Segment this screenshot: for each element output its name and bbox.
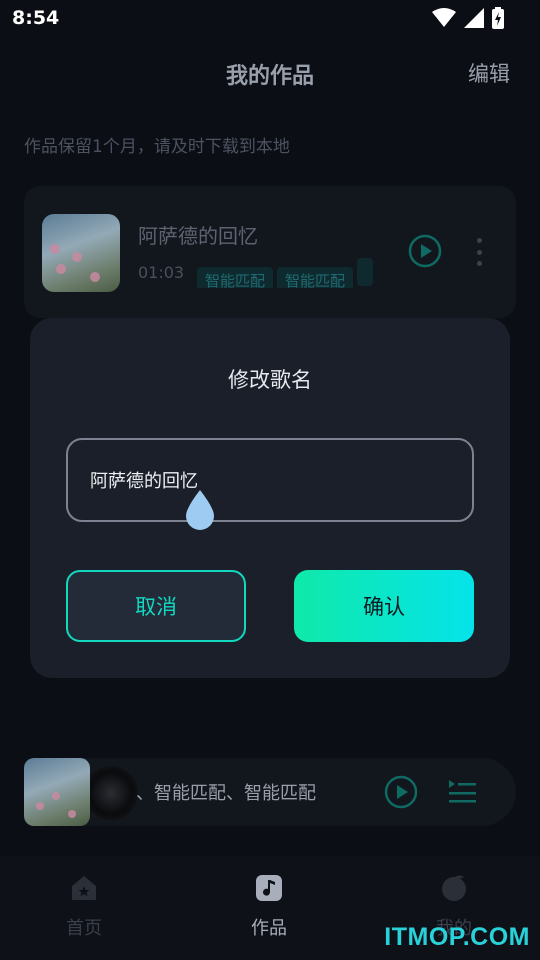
status-icons <box>432 7 504 29</box>
work-duration: 01:03 <box>138 263 185 282</box>
tag-list: 智能匹配 智能匹配 <box>197 258 385 288</box>
mini-player-title: 、智能匹配、智能匹配 <box>136 783 316 804</box>
retention-notice: 作品保留1个月，请及时下载到本地 <box>24 137 290 157</box>
rename-dialog: 修改歌名 取消 确认 <box>30 318 510 678</box>
nav-label-home: 首页 <box>66 918 102 939</box>
confirm-button[interactable]: 确认 <box>294 570 474 642</box>
nav-item-home[interactable]: 首页 <box>34 874 134 944</box>
play-icon[interactable] <box>408 234 442 268</box>
tag: 智能匹配 <box>277 267 354 288</box>
status-bar: 8:54 <box>0 0 540 36</box>
mini-player[interactable]: 、智能匹配、智能匹配 <box>24 758 516 826</box>
text-cursor-handle-icon[interactable] <box>184 488 216 530</box>
vinyl-disc <box>84 766 138 820</box>
mini-play-icon[interactable] <box>384 775 418 809</box>
battery-icon <box>492 7 504 29</box>
nav-label-works: 作品 <box>251 918 287 939</box>
edit-button[interactable]: 编辑 <box>468 58 510 88</box>
page-title: 我的作品 <box>225 64 314 89</box>
header: 我的作品 编辑 <box>0 50 540 94</box>
music-note-icon <box>256 875 282 901</box>
mini-player-cover <box>24 758 90 826</box>
song-name-input[interactable] <box>66 438 474 522</box>
work-list-item[interactable]: 阿萨德的回忆 01:03 智能匹配 智能匹配 <box>24 186 516 318</box>
playlist-icon[interactable] <box>448 778 476 804</box>
work-title: 阿萨德的回忆 <box>138 224 258 248</box>
dialog-title: 修改歌名 <box>228 368 312 392</box>
profile-icon <box>442 875 466 901</box>
work-cover-image <box>42 214 120 292</box>
cell-signal-icon <box>464 8 484 28</box>
home-icon <box>72 876 96 900</box>
tag-overflow <box>357 258 374 286</box>
tag: 智能匹配 <box>197 267 274 288</box>
nav-item-works[interactable]: 作品 <box>219 874 319 944</box>
cancel-button[interactable]: 取消 <box>66 570 246 642</box>
status-time: 8:54 <box>12 7 60 29</box>
more-options-icon[interactable] <box>474 238 484 266</box>
wifi-icon <box>432 8 456 27</box>
watermark: ITMOP.COM <box>384 923 530 951</box>
